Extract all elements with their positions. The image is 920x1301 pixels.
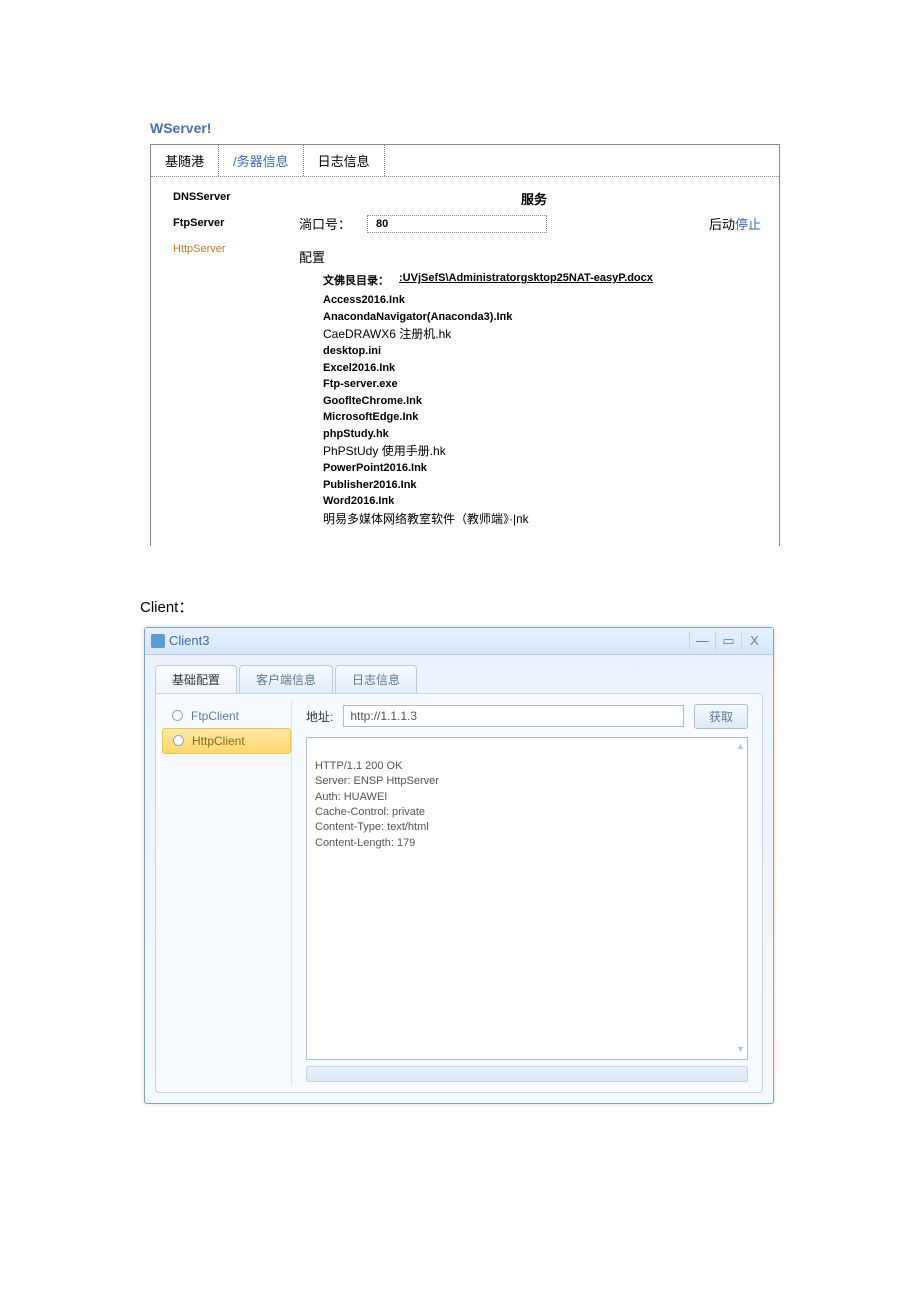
wserver-main: 服务 淌口号： 80 后动停止 配置 文佛艮目录： :UVjSefS\Admin… [291,185,779,528]
path-label: 文佛艮目录： [323,272,389,288]
client-section-title: Client： [140,596,780,617]
list-item: GooflteChrome.Ink [323,393,769,410]
service-header: 服务 [299,189,769,208]
wserver-window: 基随港 /务器信息 日志信息 DNSServer FtpServer HttpS… [150,144,780,546]
client-tabs: 基础配置 客户端信息 日志信息 [155,665,763,693]
response-output: HTTP/1.1 200 OK Server: ENSP HttpServer … [306,737,748,1060]
list-item: Ftp-server.exe [323,376,769,393]
tab-base[interactable]: 基随港 [151,145,219,176]
tab-server-info[interactable]: /务器信息 [219,145,304,176]
sidebar-item-httpserver[interactable]: HttpServer [173,243,291,255]
list-item: MicrosoftEdge.Ink [323,409,769,426]
sidebar-item-httpclient[interactable]: HttpClient [162,728,291,754]
config-header: 配置 [299,247,769,266]
minimize-button[interactable]: — [689,632,715,650]
tab-basic-config[interactable]: 基础配置 [155,665,237,693]
scroll-down-icon[interactable]: ▾ [738,1043,743,1057]
wserver-sidebar: DNSServer FtpServer HttpServer [151,185,291,528]
radio-icon [172,710,183,721]
wserver-title: WServer! [150,120,780,136]
start-button[interactable]: 后动 [709,217,735,232]
list-item: CaeDRAWX6 注册机.hk [323,325,769,343]
port-label: 淌口号： [299,214,351,233]
file-list: Access2016.Ink AnacondaNavigator(Aпacond… [323,292,769,528]
close-button[interactable]: X [741,632,767,650]
list-item: PowerPoint2016.Ink [323,460,769,477]
tab-client-info[interactable]: 客户端信息 [239,665,333,693]
window-title: Client3 [169,633,209,648]
client-sidebar: FtpClient HttpClient [162,700,292,1086]
sidebar-item-label: FtpClient [191,709,239,723]
response-text: HTTP/1.1 200 OK Server: ENSP HttpServer … [315,760,439,849]
list-item: phpStudy.hk [323,426,769,443]
url-label: 地址: [306,708,333,725]
status-bar [306,1066,748,1082]
client-panel: FtpClient HttpClient 地址: 获取 HTTP/1.1 200… [155,693,763,1093]
list-item: Publisher2016.Ink [323,477,769,494]
tab-log-info[interactable]: 日志信息 [304,145,385,176]
scroll-up-icon[interactable]: ▴ [738,740,743,754]
client-main: 地址: 获取 HTTP/1.1 200 OK Server: ENSP Http… [292,700,756,1086]
client-titlebar: Client3 — ▭ X [145,628,773,655]
app-icon [151,634,165,648]
url-input[interactable] [343,705,684,727]
sidebar-item-dnsserver[interactable]: DNSServer [173,191,291,203]
list-item: Word2016.Iпk [323,493,769,510]
sidebar-item-label: HttpClient [192,734,245,748]
client-window: Client3 — ▭ X 基础配置 客户端信息 日志信息 FtpClient [144,627,774,1104]
service-actions: 后动停止 [709,214,761,233]
path-value: :UVjSefS\Administratorgsktop25NAT-easyP.… [399,272,653,288]
sidebar-item-ftpserver[interactable]: FtpServer [173,217,291,229]
sidebar-item-ftpclient[interactable]: FtpClient [162,704,291,728]
list-item: 明易多媒体网络教室软件（教师端》·|пk [323,510,769,528]
list-item: Access2016.Ink [323,292,769,309]
list-item: Excel2016.Ink [323,360,769,377]
maximize-button[interactable]: ▭ [715,632,741,650]
tab-log-info-client[interactable]: 日志信息 [335,665,417,693]
wserver-tabs: 基随港 /务器信息 日志信息 [151,145,779,177]
get-button[interactable]: 获取 [694,704,748,729]
port-input[interactable]: 80 [367,215,547,233]
list-item: PhPStUdy 使用手册.hk [323,442,769,460]
radio-icon [173,735,184,746]
stop-button[interactable]: 停止 [735,217,761,232]
list-item: AnacondaNavigator(Aпaconda3).Iпk [323,309,769,326]
list-item: desktop.ini [323,343,769,360]
